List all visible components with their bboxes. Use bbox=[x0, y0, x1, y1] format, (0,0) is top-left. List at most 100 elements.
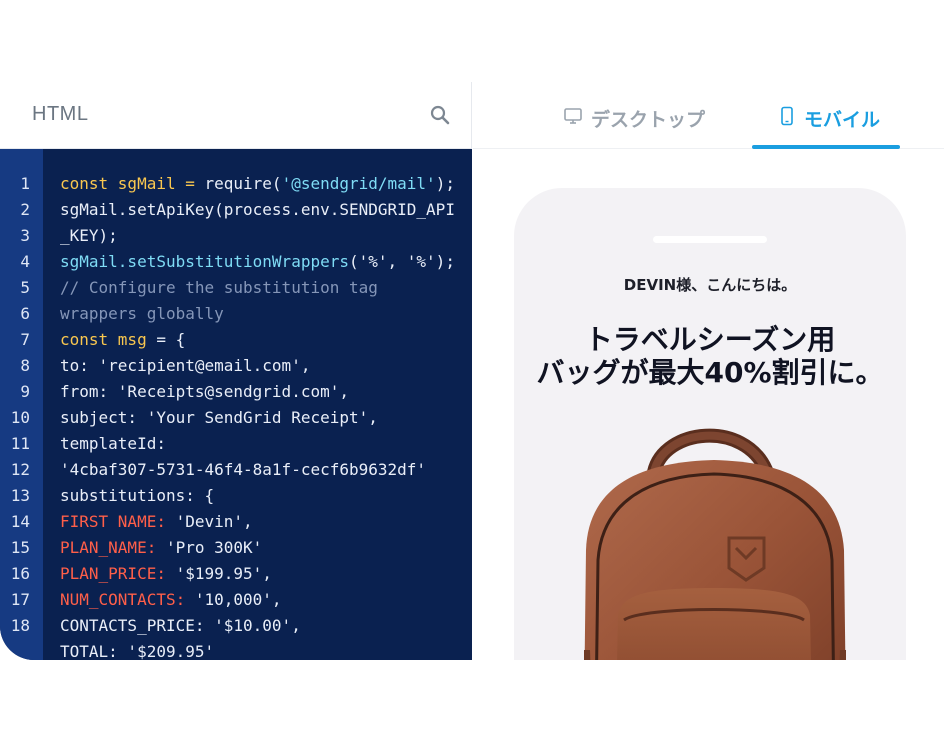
bottom-spacer bbox=[0, 660, 944, 740]
code-token: FIRST NAME: bbox=[60, 511, 166, 531]
code-text: substitutions: { bbox=[43, 486, 214, 505]
code-text: wrappers globally bbox=[43, 304, 224, 323]
search-icon[interactable] bbox=[429, 104, 451, 126]
email-preview: DEVIN様、こんにちは。 トラベルシーズン用 バッグが最大40%割引に。 bbox=[473, 149, 944, 660]
tab-mobile-label: モバイル bbox=[804, 108, 881, 131]
top-spacer bbox=[0, 0, 944, 82]
backpack-image bbox=[584, 428, 846, 660]
line-number: 9 bbox=[20, 381, 30, 401]
line-number: 10 bbox=[10, 407, 30, 427]
code-token: // Configure the substitution tag bbox=[60, 277, 378, 297]
code-text: CONTACTS_PRICE: '$10.00', bbox=[43, 616, 301, 635]
code-token: '@sendgrid/mail' bbox=[281, 173, 436, 193]
code-token: templateId: bbox=[60, 433, 166, 453]
line-number: 2 bbox=[20, 199, 30, 219]
code-token: from: 'Receipts@sendgrid.com', bbox=[60, 381, 349, 401]
code-line: 16 PLAN_PRICE: '$199.95', bbox=[0, 560, 472, 586]
code-token: '10,000', bbox=[185, 589, 282, 609]
tab-desktop-label: デスクトップ bbox=[591, 108, 706, 131]
code-line: 11 templateId: bbox=[0, 430, 472, 456]
code-token: 'Pro 300K' bbox=[156, 537, 263, 557]
code-token: PLAN_NAME: bbox=[60, 537, 157, 557]
line-number: 4 bbox=[20, 251, 30, 271]
email-headline: トラベルシーズン用 バッグが最大40%割引に。 bbox=[514, 323, 906, 389]
code-text: sgMail.setApiKey(process.env.SENDGRID_AP… bbox=[43, 200, 455, 219]
code-editor[interactable]: 1 const sgMail = require('@sendgrid/mail'… bbox=[0, 149, 472, 660]
code-token: const msg bbox=[60, 329, 147, 349]
code-line: 4 sgMail.setSubstitutionWrappers('%', '%'… bbox=[0, 248, 472, 274]
preview-tabs: デスクトップ モバイル bbox=[473, 82, 944, 149]
code-line: 1 const sgMail = require('@sendgrid/mail'… bbox=[0, 170, 472, 196]
line-number: 16 bbox=[10, 563, 30, 583]
code-text: NUM_CONTACTS: '10,000', bbox=[43, 590, 282, 609]
code-text: const sgMail = require('@sendgrid/mail')… bbox=[43, 174, 455, 193]
code-line: 17 NUM_CONTACTS: '10,000', bbox=[0, 586, 472, 612]
line-number: 13 bbox=[10, 485, 30, 505]
code-token: const sgMail bbox=[60, 173, 176, 193]
email-greeting: DEVIN様、こんにちは。 bbox=[623, 276, 797, 294]
code-token: _KEY); bbox=[60, 225, 118, 245]
line-number: 3 bbox=[20, 225, 30, 245]
code-text: _KEY); bbox=[43, 226, 118, 245]
phone-speaker bbox=[653, 236, 767, 243]
code-token: = { bbox=[146, 329, 186, 349]
code-lines: 1 const sgMail = require('@sendgrid/mail'… bbox=[0, 170, 472, 661]
line-number: 6 bbox=[20, 303, 30, 323]
phone-frame: DEVIN様、こんにちは。 トラベルシーズン用 バッグが最大40%割引に。 bbox=[514, 188, 906, 660]
code-line: TOTAL: '$209.95' bbox=[0, 638, 472, 661]
code-line: 14 FIRST NAME: 'Devin', bbox=[0, 508, 472, 534]
line-number: 15 bbox=[10, 537, 30, 557]
code-token: PLAN_PRICE: bbox=[60, 563, 166, 583]
code-line: 12 '4cbaf307-5731-46f4-8a1f-cecf6b9632df' bbox=[0, 456, 472, 482]
code-line: 13 substitutions: { bbox=[0, 482, 472, 508]
line-number: 7 bbox=[20, 329, 30, 349]
line-number: 8 bbox=[20, 355, 30, 375]
code-text: TOTAL: '$209.95' bbox=[43, 642, 214, 661]
code-token: 'Devin', bbox=[165, 511, 253, 531]
editor-header: HTML bbox=[0, 82, 472, 149]
code-line: 3 _KEY); bbox=[0, 222, 472, 248]
code-token: = bbox=[175, 173, 205, 193]
code-text: // Configure the substitution tag bbox=[43, 278, 378, 297]
code-text: to: 'recipient@email.com', bbox=[43, 356, 310, 375]
tab-desktop[interactable]: デスクトップ bbox=[563, 103, 705, 133]
line-number: 12 bbox=[10, 459, 30, 479]
code-line: 15 PLAN_NAME: 'Pro 300K' bbox=[0, 534, 472, 560]
code-line: 5 // Configure the substitution tag bbox=[0, 274, 472, 300]
line-number: 11 bbox=[10, 433, 30, 453]
line-number: 18 bbox=[10, 615, 30, 635]
line-number: 17 bbox=[10, 589, 30, 609]
code-line: 10 subject: 'Your SendGrid Receipt', bbox=[0, 404, 472, 430]
code-token: wrappers globally bbox=[60, 303, 224, 323]
line-number: 5 bbox=[20, 277, 30, 297]
code-line: 8 to: 'recipient@email.com', bbox=[0, 352, 472, 378]
code-token: CONTACTS_PRICE: '$10.00', bbox=[60, 615, 301, 635]
code-token: NUM_CONTACTS: bbox=[60, 589, 186, 609]
code-token: ); bbox=[435, 173, 455, 193]
code-text: PLAN_PRICE: '$199.95', bbox=[43, 564, 272, 583]
code-token: '4cbaf307-5731-46f4-8a1f-cecf6b9632df' bbox=[60, 459, 427, 479]
code-line: 9 from: 'Receipts@sendgrid.com', bbox=[0, 378, 472, 404]
code-text: subject: 'Your SendGrid Receipt', bbox=[43, 408, 378, 427]
code-token: '$199.95', bbox=[165, 563, 272, 583]
headline-line-2: バッグが最大40%割引に。 bbox=[536, 356, 884, 389]
code-text: templateId: bbox=[43, 434, 166, 453]
smartphone-icon bbox=[778, 106, 796, 130]
code-token: sgMail.setSubstitutionWrappers bbox=[60, 251, 349, 271]
code-text: const msg = { bbox=[43, 330, 185, 349]
code-text: PLAN_NAME: 'Pro 300K' bbox=[43, 538, 262, 557]
monitor-icon bbox=[563, 106, 583, 130]
code-line: 2 sgMail.setApiKey(process.env.SENDGRID_A… bbox=[0, 196, 472, 222]
code-token: ('%', '%'); bbox=[348, 251, 455, 271]
code-token: to: 'recipient@email.com', bbox=[60, 355, 311, 375]
code-text: sgMail.setSubstitutionWrappers('%', '%')… bbox=[43, 252, 455, 271]
headline-line-1: トラベルシーズン用 bbox=[584, 323, 836, 356]
code-text: from: 'Receipts@sendgrid.com', bbox=[43, 382, 349, 401]
code-token: substitutions: { bbox=[60, 485, 215, 505]
code-token: subject: 'Your SendGrid Receipt', bbox=[60, 407, 378, 427]
tab-mobile[interactable]: モバイル bbox=[778, 103, 880, 133]
code-text: FIRST NAME: 'Devin', bbox=[43, 512, 253, 531]
code-line: 6 wrappers globally bbox=[0, 300, 472, 326]
line-number: 1 bbox=[20, 173, 30, 193]
code-token: TOTAL: '$209.95' bbox=[60, 641, 215, 661]
